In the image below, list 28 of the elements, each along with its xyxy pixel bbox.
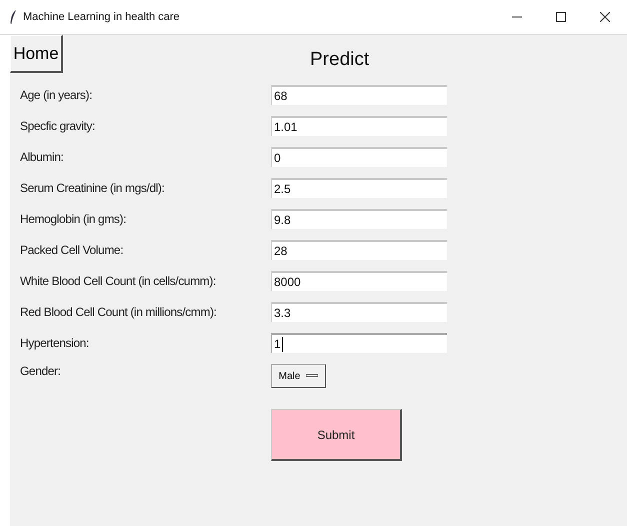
field-label: Hemoglobin (in gms): <box>20 212 128 226</box>
submit-button[interactable]: Submit <box>271 409 402 461</box>
page-heading: Predict <box>310 49 370 71</box>
input-field[interactable]: 28 <box>271 240 447 260</box>
field-label: Albumin: <box>20 150 64 164</box>
input-field[interactable]: 9.8 <box>271 209 447 229</box>
window-title: Machine Learning in health care <box>23 11 181 23</box>
close-icon <box>600 12 610 22</box>
input-field[interactable]: 0 <box>271 147 447 167</box>
home-button[interactable]: Home <box>10 35 63 73</box>
input-field[interactable]: 1.01 <box>271 116 447 136</box>
feather-icon <box>10 10 17 24</box>
input-field[interactable]: 2.5 <box>271 178 447 198</box>
maximize-icon <box>556 12 566 22</box>
field-label: Specfic gravity: <box>20 119 96 133</box>
input-field[interactable]: 3.3 <box>271 302 447 322</box>
field-label: Red Blood Cell Count (in millions/cmm): <box>20 305 218 319</box>
field-label: Gender: <box>20 364 62 378</box>
input-field[interactable]: 8000 <box>271 271 447 291</box>
input-field[interactable]: 68 <box>271 85 447 105</box>
input-field[interactable]: 1 <box>271 333 447 353</box>
gender-menu[interactable]: Male <box>271 364 326 388</box>
field-label: Age (in years): <box>20 88 94 102</box>
field-label: Packed Cell Volume: <box>20 243 124 257</box>
option-indicator-icon <box>306 374 318 378</box>
field-label: White Blood Cell Count (in cells/cumm): <box>20 274 217 288</box>
field-label: Serum Creatinine (in mgs/dl): <box>20 181 166 195</box>
field-label: Hypertension: <box>20 336 90 350</box>
